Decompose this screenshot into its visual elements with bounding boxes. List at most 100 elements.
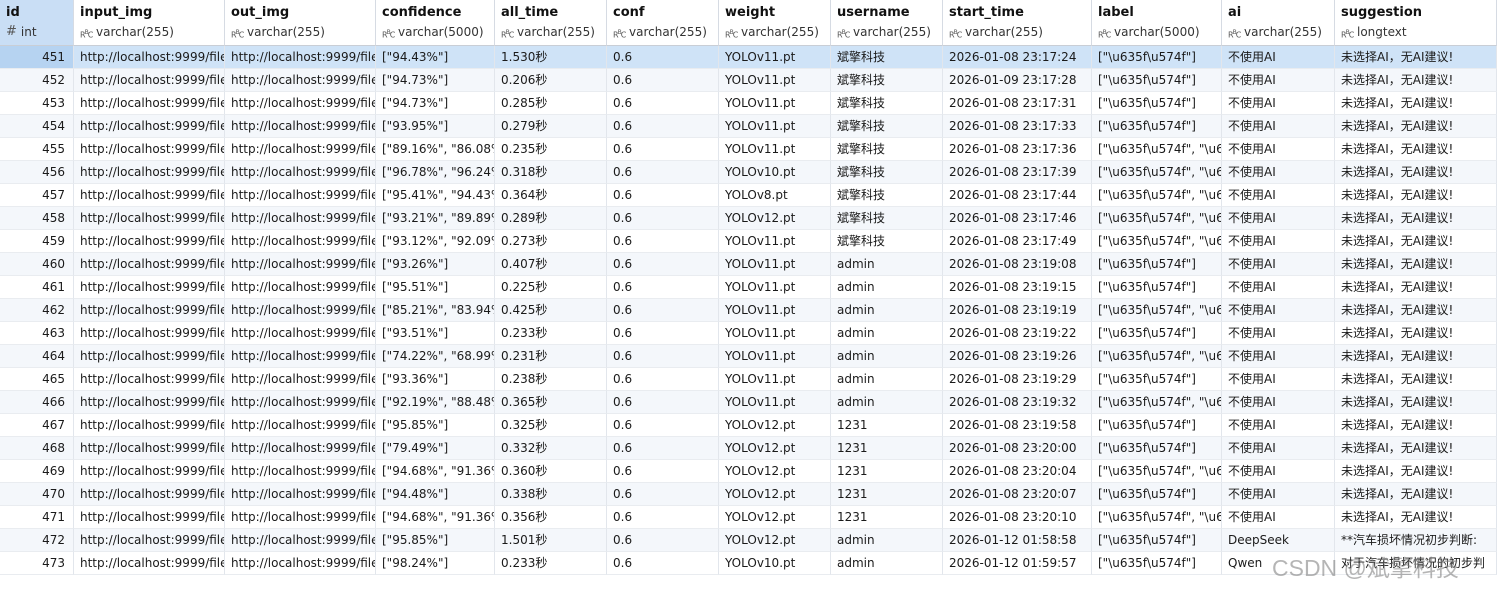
cell-start-time[interactable]: 2026-01-08 23:17:49: [943, 230, 1092, 253]
cell-start-time[interactable]: 2026-01-12 01:58:58: [943, 529, 1092, 552]
cell-out-img[interactable]: http://localhost:9999/file: [225, 529, 376, 552]
cell-out-img[interactable]: http://localhost:9999/file: [225, 483, 376, 506]
table-row[interactable]: 455 http://localhost:9999/file http://loca…: [0, 138, 1497, 161]
cell-all-time[interactable]: 0.289秒: [495, 207, 607, 230]
cell-weight[interactable]: YOLOv11.pt: [719, 368, 831, 391]
cell-username[interactable]: admin: [831, 552, 943, 575]
cell-username[interactable]: 1231: [831, 460, 943, 483]
column-header-all-time[interactable]: all_time RBC varchar(255): [495, 0, 607, 46]
cell-input-img[interactable]: http://localhost:9999/file: [74, 529, 225, 552]
cell-out-img[interactable]: http://localhost:9999/file: [225, 207, 376, 230]
cell-input-img[interactable]: http://localhost:9999/file: [74, 322, 225, 345]
cell-id[interactable]: 466: [0, 391, 74, 414]
cell-ai[interactable]: 不使用AI: [1222, 368, 1335, 391]
cell-start-time[interactable]: 2026-01-08 23:17:33: [943, 115, 1092, 138]
column-header-start-time[interactable]: start_time RBC varchar(255): [943, 0, 1092, 46]
cell-label[interactable]: ["\u635f\u574f"]: [1092, 276, 1222, 299]
cell-all-time[interactable]: 0.338秒: [495, 483, 607, 506]
cell-weight[interactable]: YOLOv12.pt: [719, 506, 831, 529]
cell-label[interactable]: ["\u635f\u574f"]: [1092, 437, 1222, 460]
cell-label[interactable]: ["\u635f\u574f"]: [1092, 46, 1222, 69]
cell-conf[interactable]: 0.6: [607, 46, 719, 69]
cell-conf[interactable]: 0.6: [607, 460, 719, 483]
cell-ai[interactable]: 不使用AI: [1222, 322, 1335, 345]
cell-confidence[interactable]: ["96.78%", "96.24%: [376, 161, 495, 184]
cell-confidence[interactable]: ["93.36%"]: [376, 368, 495, 391]
cell-confidence[interactable]: ["95.41%", "94.43%: [376, 184, 495, 207]
cell-confidence[interactable]: ["85.21%", "83.94%: [376, 299, 495, 322]
cell-ai[interactable]: 不使用AI: [1222, 138, 1335, 161]
cell-username[interactable]: admin: [831, 253, 943, 276]
table-row[interactable]: 465 http://localhost:9999/file http://loca…: [0, 368, 1497, 391]
cell-username[interactable]: admin: [831, 529, 943, 552]
table-row[interactable]: 471 http://localhost:9999/file http://loca…: [0, 506, 1497, 529]
cell-ai[interactable]: 不使用AI: [1222, 92, 1335, 115]
cell-id[interactable]: 457: [0, 184, 74, 207]
cell-start-time[interactable]: 2026-01-08 23:17:44: [943, 184, 1092, 207]
cell-suggestion[interactable]: 未选择AI，无AI建议!: [1335, 69, 1497, 92]
cell-label[interactable]: ["\u635f\u574f"]: [1092, 322, 1222, 345]
cell-conf[interactable]: 0.6: [607, 368, 719, 391]
cell-username[interactable]: 斌擎科技: [831, 46, 943, 69]
cell-label[interactable]: ["\u635f\u574f"]: [1092, 552, 1222, 575]
cell-ai[interactable]: 不使用AI: [1222, 414, 1335, 437]
cell-id[interactable]: 461: [0, 276, 74, 299]
column-header-username[interactable]: username RBC varchar(255): [831, 0, 943, 46]
cell-out-img[interactable]: http://localhost:9999/file: [225, 92, 376, 115]
cell-confidence[interactable]: ["93.12%", "92.09%: [376, 230, 495, 253]
cell-conf[interactable]: 0.6: [607, 345, 719, 368]
cell-ai[interactable]: 不使用AI: [1222, 483, 1335, 506]
cell-confidence[interactable]: ["98.24%"]: [376, 552, 495, 575]
cell-conf[interactable]: 0.6: [607, 299, 719, 322]
cell-weight[interactable]: YOLOv12.pt: [719, 437, 831, 460]
cell-start-time[interactable]: 2026-01-08 23:19:26: [943, 345, 1092, 368]
cell-ai[interactable]: 不使用AI: [1222, 184, 1335, 207]
cell-ai[interactable]: 不使用AI: [1222, 46, 1335, 69]
cell-out-img[interactable]: http://localhost:9999/file: [225, 460, 376, 483]
cell-conf[interactable]: 0.6: [607, 207, 719, 230]
cell-id[interactable]: 458: [0, 207, 74, 230]
table-row[interactable]: 462 http://localhost:9999/file http://loca…: [0, 299, 1497, 322]
cell-all-time[interactable]: 0.235秒: [495, 138, 607, 161]
cell-id[interactable]: 451: [0, 46, 74, 69]
cell-weight[interactable]: YOLOv11.pt: [719, 69, 831, 92]
cell-confidence[interactable]: ["95.85%"]: [376, 414, 495, 437]
cell-confidence[interactable]: ["79.49%"]: [376, 437, 495, 460]
cell-conf[interactable]: 0.6: [607, 506, 719, 529]
cell-confidence[interactable]: ["93.95%"]: [376, 115, 495, 138]
cell-input-img[interactable]: http://localhost:9999/file: [74, 460, 225, 483]
cell-id[interactable]: 467: [0, 414, 74, 437]
cell-all-time[interactable]: 0.285秒: [495, 92, 607, 115]
cell-input-img[interactable]: http://localhost:9999/file: [74, 69, 225, 92]
cell-out-img[interactable]: http://localhost:9999/file: [225, 69, 376, 92]
cell-label[interactable]: ["\u635f\u574f"]: [1092, 115, 1222, 138]
cell-start-time[interactable]: 2026-01-08 23:19:08: [943, 253, 1092, 276]
cell-ai[interactable]: 不使用AI: [1222, 276, 1335, 299]
cell-label[interactable]: ["\u635f\u574f"]: [1092, 368, 1222, 391]
cell-input-img[interactable]: http://localhost:9999/file: [74, 414, 225, 437]
cell-conf[interactable]: 0.6: [607, 414, 719, 437]
column-header-conf[interactable]: conf RBC varchar(255): [607, 0, 719, 46]
cell-confidence[interactable]: ["94.43%"]: [376, 46, 495, 69]
cell-ai[interactable]: 不使用AI: [1222, 345, 1335, 368]
cell-label[interactable]: ["\u635f\u574f", "\u6: [1092, 299, 1222, 322]
cell-id[interactable]: 459: [0, 230, 74, 253]
cell-ai[interactable]: 不使用AI: [1222, 253, 1335, 276]
cell-id[interactable]: 452: [0, 69, 74, 92]
table-row[interactable]: 452 http://localhost:9999/file http://loca…: [0, 69, 1497, 92]
cell-suggestion[interactable]: 未选择AI，无AI建议!: [1335, 115, 1497, 138]
cell-conf[interactable]: 0.6: [607, 391, 719, 414]
cell-label[interactable]: ["\u635f\u574f", "\u6: [1092, 161, 1222, 184]
column-header-confidence[interactable]: confidence RBC varchar(5000): [376, 0, 495, 46]
table-row[interactable]: 472 http://localhost:9999/file http://loca…: [0, 529, 1497, 552]
cell-conf[interactable]: 0.6: [607, 92, 719, 115]
cell-start-time[interactable]: 2026-01-08 23:19:19: [943, 299, 1092, 322]
cell-id[interactable]: 469: [0, 460, 74, 483]
cell-weight[interactable]: YOLOv11.pt: [719, 276, 831, 299]
cell-conf[interactable]: 0.6: [607, 552, 719, 575]
cell-label[interactable]: ["\u635f\u574f"]: [1092, 414, 1222, 437]
cell-conf[interactable]: 0.6: [607, 184, 719, 207]
cell-username[interactable]: admin: [831, 345, 943, 368]
cell-username[interactable]: 斌擎科技: [831, 69, 943, 92]
cell-input-img[interactable]: http://localhost:9999/file: [74, 276, 225, 299]
